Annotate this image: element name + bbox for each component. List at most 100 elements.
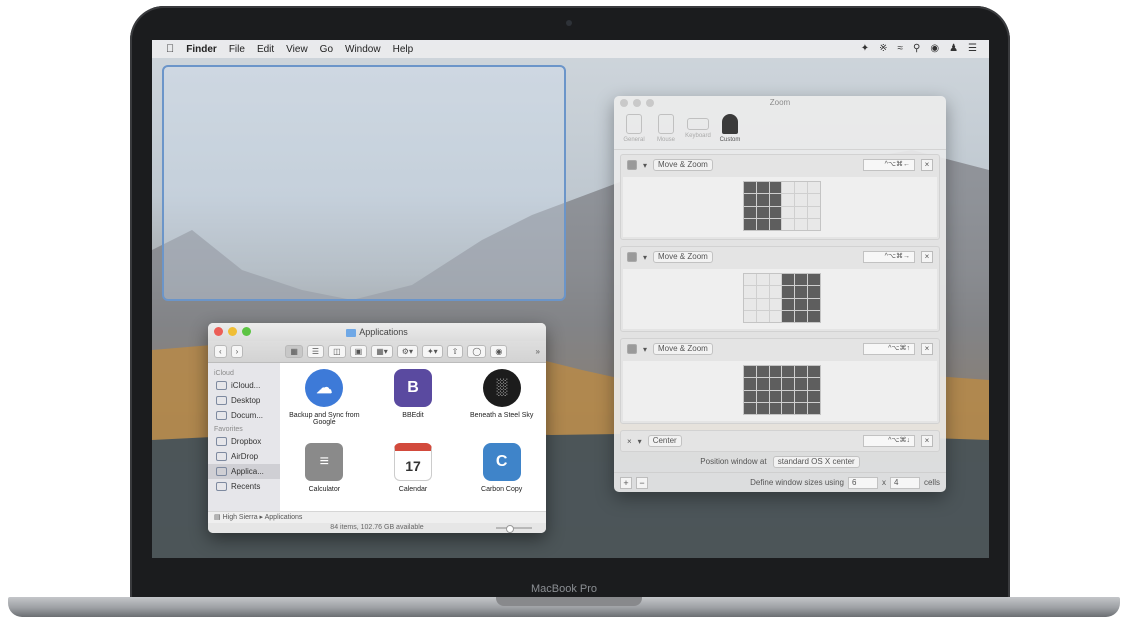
grid-cell[interactable] <box>795 390 808 402</box>
sidebar-item-applications[interactable]: Applica... <box>208 464 280 479</box>
grid-cell[interactable] <box>756 274 769 286</box>
position-popup[interactable]: standard OS X center <box>772 456 860 468</box>
dropbox-toolbar-icon[interactable]: ✦▾ <box>421 345 443 358</box>
tab-general[interactable]: General <box>620 110 648 149</box>
sidebar-item-dropbox[interactable]: Dropbox <box>208 434 280 449</box>
cell-grid[interactable] <box>743 181 821 231</box>
grid-cell[interactable] <box>769 194 782 206</box>
sidebar-item-desktop[interactable]: Desktop <box>208 393 280 408</box>
rows-popup[interactable]: 4 <box>889 476 920 489</box>
sidebar-item-airdrop[interactable]: AirDrop <box>208 449 280 464</box>
disclosure-triangle-icon[interactable]: ▾ <box>643 161 647 170</box>
menu-help[interactable]: Help <box>393 44 414 55</box>
columns-popup[interactable]: 6 <box>847 476 878 489</box>
grid-cell[interactable] <box>756 286 769 298</box>
grid-cell[interactable] <box>769 402 782 414</box>
path-folder[interactable]: Applications <box>265 514 303 521</box>
menu-view[interactable]: View <box>286 44 308 55</box>
grid-cell[interactable] <box>782 286 795 298</box>
tab-keyboard[interactable]: Keyboard <box>684 110 712 149</box>
disclosure-triangle-icon[interactable]: ▾ <box>643 253 647 262</box>
grid-cell[interactable] <box>795 206 808 218</box>
tag-icon[interactable]: ◯ <box>467 345 487 358</box>
grid-cell[interactable] <box>756 310 769 322</box>
zoom-button[interactable] <box>242 327 251 336</box>
grid-cell[interactable] <box>808 402 820 414</box>
grid-cell[interactable] <box>808 218 820 230</box>
grid-cell[interactable] <box>795 182 808 194</box>
grid-cell[interactable] <box>744 274 756 286</box>
clear-hotkey-button[interactable]: × <box>921 159 933 171</box>
grid-cell[interactable] <box>782 366 795 378</box>
preview-icon[interactable]: ◉ <box>490 345 508 358</box>
grid-cell[interactable] <box>744 378 756 390</box>
grid-cell[interactable] <box>756 182 769 194</box>
clear-hotkey-button[interactable]: × <box>921 343 933 355</box>
apple-icon[interactable]:  <box>166 43 174 55</box>
grid-cell[interactable] <box>808 206 820 218</box>
grid-cell[interactable] <box>744 206 756 218</box>
toolbar-overflow-icon[interactable]: » <box>536 347 540 356</box>
grid-cell[interactable] <box>795 194 808 206</box>
grid-cell[interactable] <box>744 286 756 298</box>
grid-cell[interactable] <box>782 206 795 218</box>
cell-grid[interactable] <box>743 273 821 323</box>
grid-cell[interactable] <box>769 274 782 286</box>
path-drive[interactable]: High Sierra <box>223 514 258 521</box>
list-view-button[interactable]: ☰ <box>306 345 325 358</box>
sidebar-item-documents[interactable]: Docum... <box>208 408 280 423</box>
close-button[interactable] <box>620 99 628 107</box>
grid-cell[interactable] <box>782 182 795 194</box>
clear-hotkey-button[interactable]: × <box>921 251 933 263</box>
action-popup[interactable]: Move & Zoom <box>653 251 713 263</box>
grid-cell[interactable] <box>744 310 756 322</box>
grid-cell[interactable] <box>744 402 756 414</box>
app-item[interactable]: ░ Beneath a Steel Sky <box>457 369 546 443</box>
app-item[interactable]: ≡ Calculator <box>280 443 369 517</box>
spotlight-icon[interactable]: ⚲ <box>913 43 920 54</box>
app-item[interactable]: C Carbon Copy <box>457 443 546 517</box>
menu-go[interactable]: Go <box>320 44 333 55</box>
grid-cell[interactable] <box>769 310 782 322</box>
grid-cell[interactable] <box>756 366 769 378</box>
grid-cell[interactable] <box>795 402 808 414</box>
minimize-button[interactable] <box>228 327 237 336</box>
grid-cell[interactable] <box>744 390 756 402</box>
notification-center-icon[interactable]: ☰ <box>968 43 977 54</box>
group-button[interactable]: ▦▾ <box>371 345 393 358</box>
finder-titlebar[interactable]: Applications <box>208 323 546 341</box>
grid-cell[interactable] <box>756 390 769 402</box>
grid-cell[interactable] <box>808 378 820 390</box>
grid-cell[interactable] <box>808 366 820 378</box>
grid-cell[interactable] <box>808 274 820 286</box>
grid-cell[interactable] <box>808 390 820 402</box>
grid-cell[interactable] <box>782 218 795 230</box>
grid-cell[interactable] <box>808 310 820 322</box>
grid-cell[interactable] <box>808 182 820 194</box>
grid-cell[interactable] <box>756 218 769 230</box>
rule-checkbox[interactable] <box>627 252 637 262</box>
grid-cell[interactable] <box>744 366 756 378</box>
grid-cell[interactable] <box>744 298 756 310</box>
hotkey-field[interactable]: ^⌥⌘← <box>863 159 915 171</box>
grid-cell[interactable] <box>769 218 782 230</box>
grid-cell[interactable] <box>808 298 820 310</box>
grid-cell[interactable] <box>782 194 795 206</box>
action-popup[interactable]: Move & Zoom <box>653 159 713 171</box>
menu-window[interactable]: Window <box>345 44 381 55</box>
grid-cell[interactable] <box>769 298 782 310</box>
sidebar-item-recents[interactable]: Recents <box>208 479 280 494</box>
zoom-button[interactable] <box>646 99 654 107</box>
app-item[interactable]: ☁ Backup and Sync from Google <box>280 369 369 443</box>
action-popup[interactable]: Move & Zoom <box>653 343 713 355</box>
hotkey-field[interactable]: ^⌥⌘↑ <box>863 343 915 355</box>
rule-checkbox[interactable] <box>627 160 637 170</box>
minimize-button[interactable] <box>633 99 641 107</box>
grid-cell[interactable] <box>782 390 795 402</box>
tab-mouse[interactable]: Mouse <box>652 110 680 149</box>
grid-cell[interactable] <box>795 274 808 286</box>
back-button[interactable]: ‹ <box>214 345 227 358</box>
grid-cell[interactable] <box>808 194 820 206</box>
sidebar-item-icloud-drive[interactable]: iCloud... <box>208 378 280 393</box>
grid-cell[interactable] <box>769 378 782 390</box>
